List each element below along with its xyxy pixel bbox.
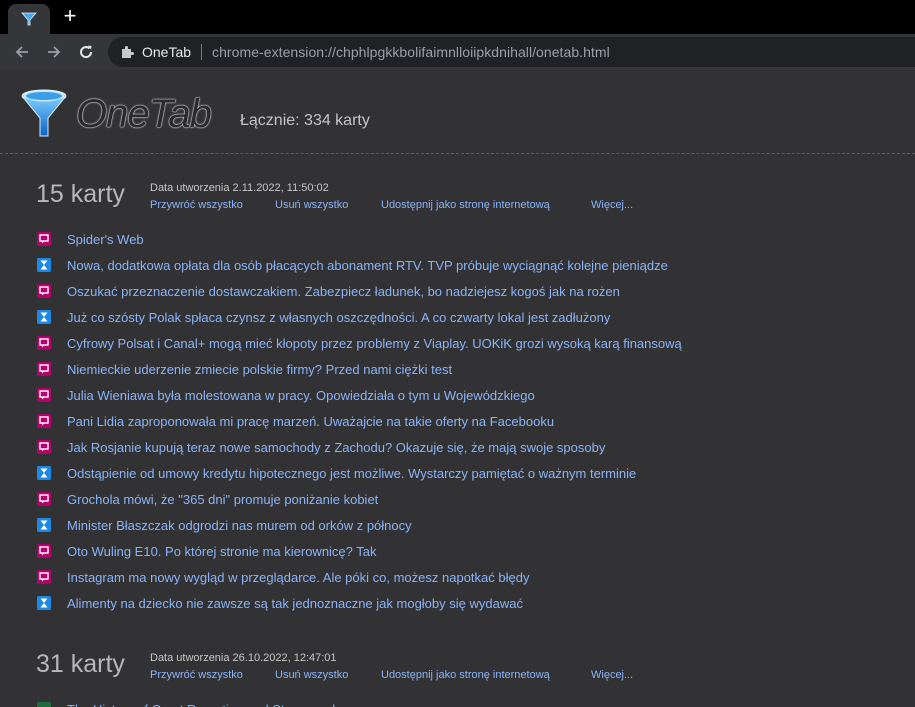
tab-item: Pani Lidia zaproponowała mi pracę marzeń…: [37, 408, 907, 434]
spidersweb-icon: [37, 492, 51, 506]
page-header: OneTab Łącznie: 334 karty: [0, 70, 915, 154]
forward-arrow-icon: [48, 46, 61, 58]
tab-item: Nowa, dodatkowa opłata dla osób płacącyc…: [37, 252, 907, 278]
group-created-date: Data utworzenia 2.11.2022, 11:50:02: [150, 182, 329, 194]
extension-puzzle-icon: [122, 46, 134, 58]
group-created-date: Data utworzenia 26.10.2022, 12:47:01: [150, 652, 337, 664]
hourglass-icon: [37, 258, 51, 272]
tab-item: Grochola mówi, że "365 dni" promuje poni…: [37, 486, 907, 512]
tab-item-link[interactable]: Oto Wuling E10. Po której stronie ma kie…: [67, 544, 377, 559]
forward-button[interactable]: [42, 40, 66, 64]
address-bar[interactable]: OneTab chrome-extension://chphlpgkkbolif…: [108, 37, 915, 67]
spidersweb-icon: [37, 336, 51, 350]
onetab-logo-text: OneTab: [76, 92, 212, 136]
tab-item: Minister Błaszczak odgrodzi nas murem od…: [37, 512, 907, 538]
tab-item-link[interactable]: Nowa, dodatkowa opłata dla osób płacącyc…: [67, 258, 668, 273]
spidersweb-icon: [37, 388, 51, 402]
tab-item: Spider's Web: [37, 226, 907, 252]
tab-item-link[interactable]: Instagram ma nowy wygląd w przeglądarce.…: [67, 570, 529, 585]
tab-item-link[interactable]: Spider's Web: [67, 232, 144, 247]
tab-item-link[interactable]: Oszukać przeznaczenie dostawczakiem. Zab…: [67, 284, 620, 299]
more-link[interactable]: Więcej...: [591, 199, 633, 211]
hourglass-icon: [37, 596, 51, 610]
group-tab-count: 15 karty: [36, 180, 125, 208]
address-origin: OneTab: [142, 44, 192, 60]
spidersweb-icon: [37, 232, 51, 246]
tab-item-link[interactable]: Cyfrowy Polsat i Canal+ mogą mieć kłopot…: [67, 336, 682, 351]
address-url: chrome-extension://chphlpgkkbolifaimnllo…: [212, 44, 610, 60]
restore-all-link[interactable]: Przywróć wszystko: [150, 199, 243, 211]
more-link[interactable]: Więcej...: [591, 669, 633, 681]
tab-item-link[interactable]: Już co szósty Polak spłaca czynsz z włas…: [67, 310, 610, 325]
onetab-page: OneTab Łącznie: 334 karty 15 karty Data …: [0, 70, 915, 707]
new-tab-button[interactable]: +: [58, 4, 82, 30]
group-tab-count: 31 karty: [36, 650, 125, 678]
browser-toolbar: OneTab chrome-extension://chphlpgkkbolif…: [0, 34, 915, 70]
restore-all-link[interactable]: Przywróć wszystko: [150, 669, 243, 681]
tab-item: Odstąpienie od umowy kredytu hipoteczneg…: [37, 460, 907, 486]
total-tabs-count: Łącznie: 334 karty: [240, 112, 370, 129]
tab-item: Oszukać przeznaczenie dostawczakiem. Zab…: [37, 278, 907, 304]
share-as-webpage-link[interactable]: Udostępnij jako stronę internetową: [381, 669, 550, 681]
onetab-funnel-logo-icon: [21, 89, 67, 137]
address-separator: [201, 44, 203, 60]
tab-item-link[interactable]: The History of Court Reporting and Steno…: [67, 702, 346, 707]
hourglass-icon: [37, 310, 51, 324]
tab-item: Już co szósty Polak spłaca czynsz z włas…: [37, 304, 907, 330]
delete-all-link[interactable]: Usuń wszystko: [275, 199, 348, 211]
tab-item: Cyfrowy Polsat i Canal+ mogą mieć kłopot…: [37, 330, 907, 356]
tab-item-link[interactable]: Julia Wieniawa była molestowana w pracy.…: [67, 388, 535, 403]
tab-item: Instagram ma nowy wygląd w przeglądarce.…: [37, 564, 907, 590]
spidersweb-icon: [37, 362, 51, 376]
onetab-favicon-icon: [21, 12, 37, 26]
spidersweb-icon: [37, 414, 51, 428]
group-tab-list: Spider's Web Nowa, dodatkowa opłata dla o…: [37, 226, 907, 616]
delete-all-link[interactable]: Usuń wszystko: [275, 669, 348, 681]
spidersweb-icon: [37, 440, 51, 454]
tab-item-link[interactable]: Niemieckie uderzenie zmiecie polskie fir…: [67, 362, 452, 377]
hourglass-icon: [37, 518, 51, 532]
tab-item-link[interactable]: Odstąpienie od umowy kredytu hipoteczneg…: [67, 466, 636, 481]
tab-item: Jak Rosjanie kupują teraz nowe samochody…: [37, 434, 907, 460]
tab-item-link[interactable]: Jak Rosjanie kupują teraz nowe samochody…: [67, 440, 605, 455]
reload-button[interactable]: [74, 40, 98, 64]
spidersweb-icon: [37, 544, 51, 558]
tab-item-link[interactable]: Grochola mówi, że "365 dni" promuje poni…: [67, 492, 378, 507]
tab-item: Oto Wuling E10. Po której stronie ma kie…: [37, 538, 907, 564]
group-tab-list: The History of Court Reporting and Steno…: [37, 696, 907, 707]
tab-strip: +: [0, 0, 915, 34]
share-as-webpage-link[interactable]: Udostępnij jako stronę internetową: [381, 199, 550, 211]
back-arrow-icon: [15, 46, 28, 58]
reload-icon: [80, 45, 93, 59]
tab-item: Alimenty na dziecko nie zawsze są tak je…: [37, 590, 907, 616]
spidersweb-icon: [37, 284, 51, 298]
hourglass-icon: [37, 466, 51, 480]
tab-item-link[interactable]: Alimenty na dziecko nie zawsze są tak je…: [67, 596, 523, 611]
tab-item: Julia Wieniawa była molestowana w pracy.…: [37, 382, 907, 408]
tab-item: The History of Court Reporting and Steno…: [37, 696, 907, 707]
back-button[interactable]: [10, 40, 34, 64]
green-site-icon: [37, 702, 51, 707]
tab-item-link[interactable]: Pani Lidia zaproponowała mi pracę marzeń…: [67, 414, 554, 429]
tab-item: Niemieckie uderzenie zmiecie polskie fir…: [37, 356, 907, 382]
spidersweb-icon: [37, 570, 51, 584]
browser-tab-onetab[interactable]: [8, 4, 50, 34]
tab-item-link[interactable]: Minister Błaszczak odgrodzi nas murem od…: [67, 518, 412, 533]
